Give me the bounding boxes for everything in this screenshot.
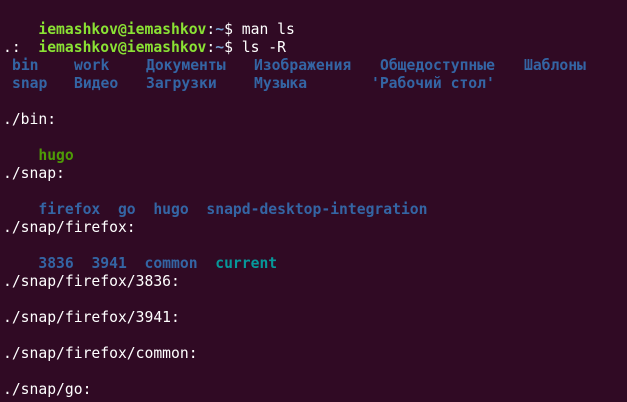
terminal-window[interactable]: iemashkov@iemashkov:~$ man ls iemashkov@… [0, 0, 627, 402]
dir-entry: Видео [74, 75, 119, 92]
prompt-dollar: $ [224, 39, 233, 56]
dir-entry: bin [12, 57, 39, 74]
dir-entry: hugo [153, 201, 189, 218]
dir-entry: 3941 [91, 255, 127, 272]
bin-header: ./bin: [3, 111, 57, 128]
prompt-line: iemashkov@iemashkov:~$ ls -R [3, 21, 286, 56]
dir-entry: work [74, 57, 110, 74]
dir-entry: common [144, 255, 198, 272]
dir-entry: Общедоступные [380, 57, 495, 74]
root-header: .: [3, 39, 21, 56]
bin-listing: hugo [3, 129, 73, 164]
dir-entry: Изображения [254, 57, 352, 74]
snap-listing: firefox go hugo snapd-desktop-integratio… [3, 183, 427, 218]
dir-entry: Музыка [254, 75, 308, 92]
dir-entry: snapd-desktop-integration [206, 201, 428, 218]
symlink-entry: current [215, 255, 278, 272]
firefox-3941-header: ./snap/firefox/3941: [3, 309, 180, 326]
exec-entry: hugo [38, 147, 74, 164]
prompt-command: ls -R [232, 39, 286, 56]
dir-entry: Шаблоны [524, 57, 586, 74]
prompt-line: iemashkov@iemashkov:~$ man ls [3, 3, 294, 38]
snap-header: ./snap: [3, 165, 65, 182]
root-listing-row: snap Видео Загрузки Музыка 'Рабочий стол… [12, 75, 612, 93]
prompt-path: ~ [215, 39, 225, 56]
dir-entry: snap [12, 75, 48, 92]
dir-entry: firefox [38, 201, 101, 218]
root-listing-row: bin work Документы Изображения Общедосту… [12, 57, 612, 75]
dir-entry: 3836 [38, 255, 74, 272]
dir-entry: Загрузки [146, 75, 217, 92]
dir-entry: Документы [146, 57, 226, 74]
firefox-3836-header: ./snap/firefox/3836: [3, 273, 180, 290]
firefox-header: ./snap/firefox: [3, 219, 136, 236]
firefox-listing: 3836 3941 common current [3, 237, 277, 272]
go-header: ./snap/go: [3, 381, 92, 398]
firefox-common-header: ./snap/firefox/common: [3, 345, 198, 362]
dir-entry: go [117, 201, 136, 218]
prompt-user-host: iemashkov@iemashkov [38, 39, 207, 56]
prompt-separator: : [206, 39, 216, 56]
dir-entry: 'Рабочий стол' [371, 75, 495, 92]
